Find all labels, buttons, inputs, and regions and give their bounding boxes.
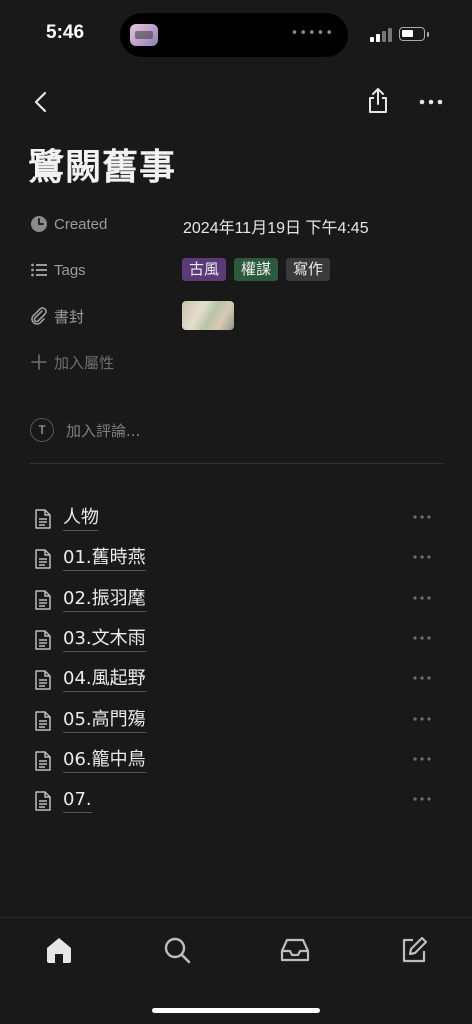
subpage-title: 01.舊時燕 bbox=[63, 547, 146, 571]
created-date-value: 2024年11月19日 下午4:45 bbox=[183, 220, 369, 237]
tab-new-page[interactable] bbox=[398, 934, 430, 966]
document-icon bbox=[35, 791, 51, 811]
document-icon bbox=[35, 509, 51, 529]
subpage-title: 06.籠中鳥 bbox=[63, 749, 146, 773]
clock-icon bbox=[31, 216, 47, 232]
property-label: Created bbox=[54, 215, 108, 233]
subpage-title: 05.高門殤 bbox=[63, 709, 146, 733]
paperclip-icon bbox=[31, 307, 47, 325]
cover-image-thumbnail[interactable] bbox=[182, 301, 234, 330]
divider bbox=[30, 463, 443, 464]
tab-inbox[interactable] bbox=[279, 934, 311, 966]
tab-search[interactable] bbox=[161, 934, 193, 966]
ellipsis-icon[interactable] bbox=[412, 755, 432, 763]
status-time: 5:46 bbox=[46, 22, 85, 43]
page-title[interactable]: 鷺闕舊事 bbox=[28, 138, 176, 190]
ellipsis-icon[interactable] bbox=[412, 594, 432, 602]
ellipsis-icon[interactable] bbox=[412, 674, 432, 682]
avatar: T bbox=[30, 418, 54, 442]
property-cover[interactable]: 書封 bbox=[30, 304, 84, 328]
subpage-title: 07. bbox=[63, 789, 92, 813]
document-icon bbox=[35, 549, 51, 569]
subpage-row[interactable]: 06.籠中鳥 bbox=[30, 745, 442, 777]
tags-value[interactable]: 古風 權謀 寫作 bbox=[182, 258, 331, 281]
home-indicator[interactable] bbox=[152, 1008, 320, 1013]
cellular-signal-icon bbox=[370, 28, 392, 42]
chevron-left-icon bbox=[34, 91, 47, 113]
ellipsis-icon[interactable] bbox=[412, 715, 432, 723]
property-label: 書封 bbox=[54, 308, 85, 326]
tab-bar-border bbox=[0, 917, 472, 918]
property-label: Tags bbox=[54, 261, 86, 279]
home-icon bbox=[47, 938, 71, 963]
comment-placeholder: 加入評論... bbox=[66, 421, 141, 440]
share-icon bbox=[369, 88, 387, 113]
share-button[interactable] bbox=[366, 86, 390, 116]
tag-chip[interactable]: 權謀 bbox=[234, 258, 279, 281]
subpage-row[interactable]: 03.文木雨 bbox=[30, 624, 442, 656]
list-icon bbox=[31, 263, 47, 277]
new-page-icon bbox=[402, 936, 428, 963]
subpage-row[interactable]: 05.高門殤 bbox=[30, 705, 442, 737]
dynamic-island: ••••• bbox=[120, 13, 348, 57]
tag-chip[interactable]: 寫作 bbox=[286, 258, 331, 281]
subpage-row[interactable]: 04.風起野 bbox=[30, 664, 442, 696]
back-button[interactable] bbox=[30, 88, 52, 116]
tag-chip[interactable]: 古風 bbox=[182, 258, 227, 281]
inbox-icon bbox=[280, 938, 310, 962]
add-property-label: 加入屬性 bbox=[54, 354, 115, 372]
battery-icon bbox=[399, 27, 429, 41]
document-icon bbox=[35, 630, 51, 650]
search-icon bbox=[164, 937, 191, 964]
subpage-title: 03.文木雨 bbox=[63, 628, 146, 652]
property-tags[interactable]: Tags bbox=[30, 258, 86, 282]
ellipsis-icon bbox=[419, 99, 443, 105]
subpage-title: 04.風起野 bbox=[63, 668, 146, 692]
document-icon bbox=[35, 670, 51, 690]
subpage-row[interactable]: 01.舊時燕 bbox=[30, 543, 442, 575]
subpage-row[interactable]: 07. bbox=[30, 785, 442, 817]
subpage-title: 02.振羽麾 bbox=[63, 588, 146, 612]
property-created[interactable]: Created bbox=[30, 212, 107, 236]
add-comment-field[interactable]: T 加入評論... bbox=[30, 418, 140, 442]
tab-home[interactable] bbox=[43, 934, 75, 966]
document-icon bbox=[35, 590, 51, 610]
subpage-row[interactable]: 人物 bbox=[30, 503, 442, 535]
more-options-button[interactable] bbox=[418, 92, 444, 112]
document-icon bbox=[35, 751, 51, 771]
ellipsis-icon[interactable] bbox=[412, 513, 432, 521]
ellipsis-icon[interactable] bbox=[412, 795, 432, 803]
subpage-row[interactable]: 02.振羽麾 bbox=[30, 584, 442, 616]
live-activity-app-icon bbox=[130, 24, 158, 46]
plus-icon bbox=[31, 354, 47, 370]
add-property-button[interactable]: 加入屬性 bbox=[30, 350, 114, 374]
ellipsis-icon[interactable] bbox=[412, 634, 432, 642]
ellipsis-icon[interactable] bbox=[412, 553, 432, 561]
document-icon bbox=[35, 711, 51, 731]
subpage-title: 人物 bbox=[63, 507, 99, 531]
island-dots: ••••• bbox=[290, 26, 334, 41]
